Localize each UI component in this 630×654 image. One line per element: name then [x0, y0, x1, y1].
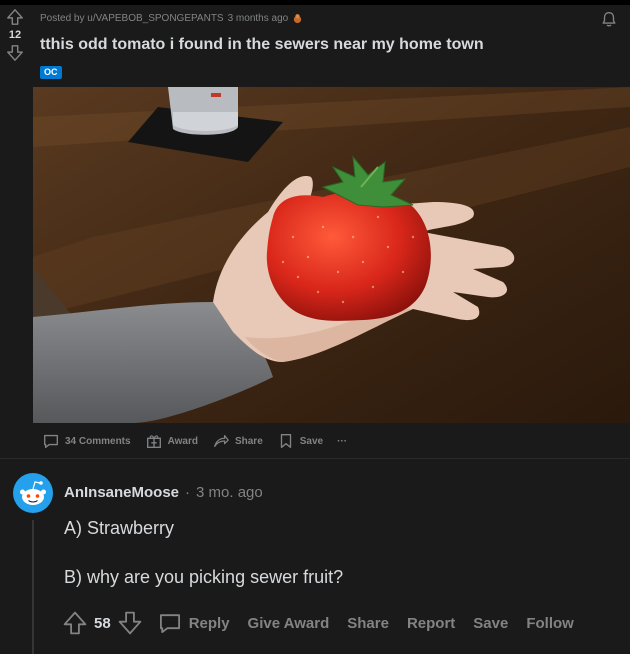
separator: ·	[185, 484, 191, 501]
thread-line[interactable]	[32, 520, 34, 654]
report-button[interactable]: Report	[407, 615, 455, 632]
comments-label: 34 Comments	[65, 435, 131, 447]
comment-author[interactable]: AnInsaneMoose	[64, 484, 179, 501]
save-button[interactable]: Save	[277, 432, 323, 450]
comment-downvote-icon[interactable]	[117, 610, 143, 636]
more-options-button[interactable]: ···	[337, 436, 347, 447]
upvote-icon[interactable]	[6, 8, 24, 26]
post-age: 3 months ago	[227, 13, 289, 24]
report-label: Report	[406, 614, 456, 632]
reply-comment-icon	[159, 614, 180, 634]
comment-header: AnInsaneMoose · 3 mo. ago	[64, 484, 263, 501]
share-label: Share	[234, 435, 263, 447]
notification-bell-icon[interactable]	[600, 10, 618, 28]
post-flair[interactable]: OC	[40, 66, 62, 79]
more-icon: ···	[337, 435, 348, 447]
comments-button[interactable]: 34 Comments	[42, 432, 131, 450]
follow-label: Follow	[526, 614, 574, 632]
post-vote-column: 12	[0, 8, 30, 62]
user-badge-icon	[294, 14, 302, 24]
section-divider	[0, 458, 630, 459]
comment-score: 58	[94, 614, 111, 632]
save-icon	[280, 434, 291, 448]
share-button[interactable]: Share	[212, 432, 263, 450]
follow-button[interactable]: Follow	[526, 615, 574, 632]
post-image[interactable]	[33, 87, 630, 423]
post-score: 12	[8, 29, 22, 41]
save-label: Save	[299, 435, 324, 447]
comment-share-label: Share	[347, 614, 389, 632]
comment-line-2: B) why are you picking sewer fruit?	[64, 567, 344, 587]
post-title[interactable]: tthis odd tomato i found in the sewers n…	[40, 36, 484, 54]
reply-button[interactable]: Reply	[157, 610, 230, 636]
comment-save-label: Save	[473, 614, 509, 632]
give-award-label: Give Award	[247, 614, 330, 632]
top-bar	[0, 0, 630, 5]
award-button[interactable]: Award	[145, 432, 198, 450]
comment-upvote-icon[interactable]	[62, 610, 88, 636]
comment-actions: 58 Reply Give Award Share Report Save Fo…	[62, 610, 574, 636]
post-meta: Posted by u/VAPEBOB_SPONGEPANTS 3 months…	[40, 13, 303, 24]
give-award-button[interactable]: Give Award	[248, 615, 330, 632]
share-icon	[214, 434, 229, 448]
comment-icon	[44, 434, 58, 448]
award-label: Award	[167, 435, 198, 447]
comment-save-button[interactable]: Save	[473, 615, 508, 632]
award-icon	[146, 435, 161, 448]
posted-by[interactable]: Posted by u/VAPEBOB_SPONGEPANTS	[40, 13, 224, 24]
reply-label: Reply	[188, 614, 230, 632]
snoo-avatar-icon[interactable]	[13, 473, 53, 513]
downvote-icon[interactable]	[6, 44, 24, 62]
comment-share-button[interactable]: Share	[347, 615, 389, 632]
comment-age[interactable]: 3 mo. ago	[196, 484, 263, 501]
comment-line-1: A) Strawberry	[64, 518, 175, 538]
strawberry-in-hand-photo	[33, 87, 630, 423]
post-actions: 34 Comments Award Share Save ···	[42, 432, 347, 450]
